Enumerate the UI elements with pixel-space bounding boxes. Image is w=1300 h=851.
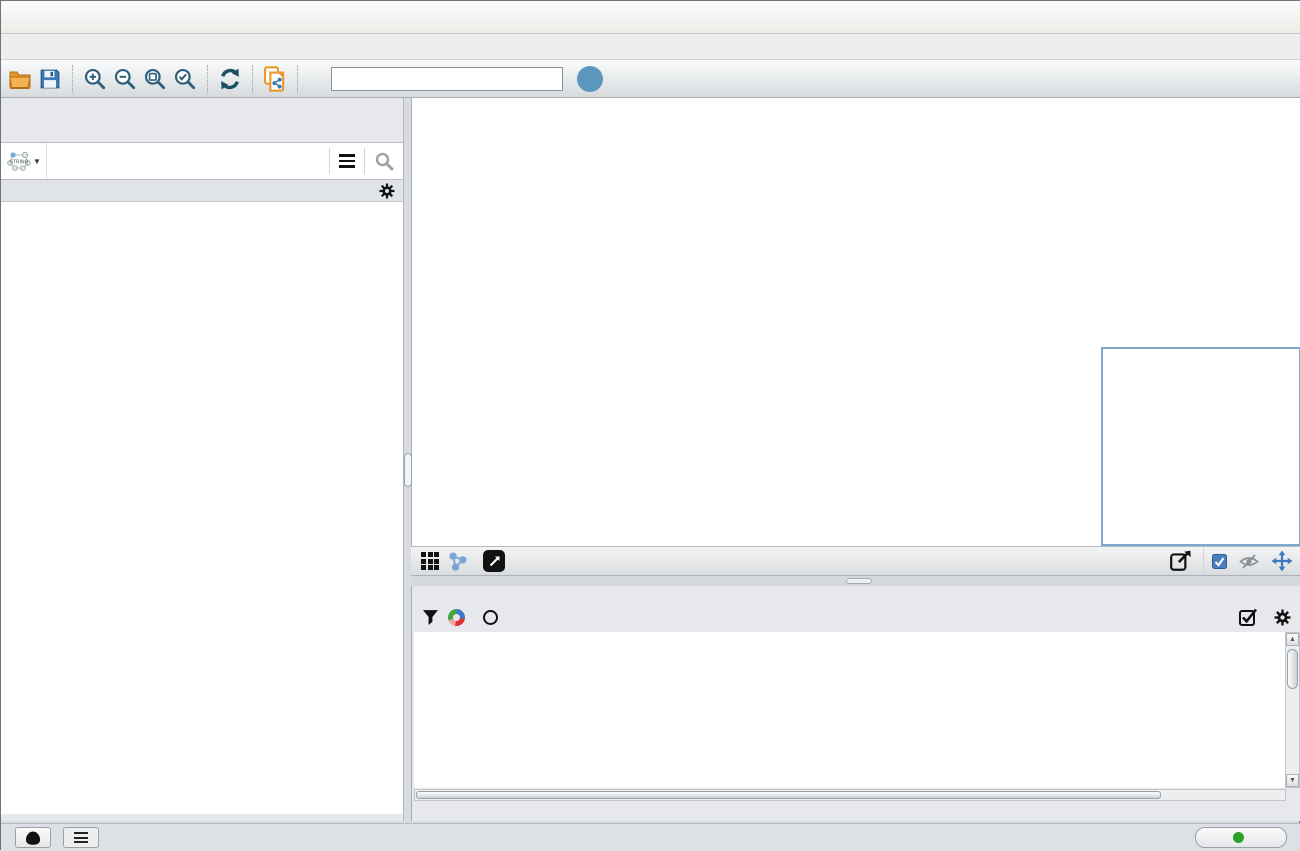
save-session-icon[interactable] [35, 64, 65, 94]
table-panel: ▲ ▼ [411, 586, 1300, 821]
task-history-button[interactable] [63, 827, 99, 848]
annotation-mode-icon[interactable] [483, 550, 505, 572]
grid-mode-icon[interactable] [421, 552, 439, 570]
vertical-scrollbar[interactable]: ▲ ▼ [1285, 632, 1300, 788]
minimize-button[interactable] [1190, 7, 1216, 27]
refresh-icon[interactable] [215, 64, 245, 94]
separator [1203, 548, 1204, 574]
toolbar-separator [72, 65, 73, 93]
ring-chart-icon[interactable] [483, 610, 498, 625]
string-search-bar: STRING ▼ [1, 142, 403, 180]
select-checkbox-icon[interactable] [1239, 608, 1258, 627]
network-selection-row [1, 180, 403, 202]
scrollbar-thumb[interactable] [416, 791, 1161, 799]
main-toolbar [1, 60, 1300, 98]
horizontal-scrollbar[interactable] [414, 789, 1286, 801]
network-from-selection-icon[interactable] [260, 64, 290, 94]
network-tree [1, 202, 403, 814]
string-logo-icon: STRING [6, 150, 32, 172]
string-term-input[interactable] [47, 154, 321, 169]
birds-eye-view[interactable] [1101, 347, 1300, 546]
memory-button[interactable] [1195, 827, 1287, 848]
search-input[interactable] [331, 67, 563, 91]
control-panel: STRING ▼ [1, 98, 404, 821]
splitter-grip[interactable] [404, 453, 412, 487]
svg-text:STRING: STRING [10, 160, 29, 166]
gear-icon[interactable] [379, 183, 395, 199]
export-network-icon[interactable] [1169, 549, 1193, 573]
enrichment-toolbar [412, 603, 1300, 632]
enrichment-table [414, 632, 1286, 788]
close-button[interactable] [1267, 7, 1293, 27]
memory-status-dot [1233, 832, 1244, 843]
zoom-out-icon[interactable] [110, 64, 140, 94]
zoom-selected-icon[interactable] [170, 64, 200, 94]
toolbar-separator [207, 65, 208, 93]
gear-icon[interactable] [1274, 609, 1291, 626]
zoom-in-icon[interactable] [80, 64, 110, 94]
string-logo-box[interactable]: STRING ▼ [1, 143, 47, 179]
chevron-down-icon: ▼ [33, 157, 41, 166]
string-share-icon[interactable] [447, 550, 469, 572]
status-bar [1, 823, 1300, 851]
hidden-eye-icon[interactable] [1239, 554, 1259, 569]
title-bar [1, 1, 1300, 34]
filter-icon[interactable] [422, 609, 439, 626]
panel-divider-grip[interactable] [846, 578, 872, 584]
control-panel-header [1, 98, 403, 118]
network-canvas[interactable] [411, 98, 1300, 546]
selected-checkbox-icon[interactable] [1212, 554, 1227, 569]
chart-icon[interactable] [448, 609, 465, 626]
table-panel-header [412, 586, 1300, 603]
toolbar-separator [252, 65, 253, 93]
maximize-button[interactable] [1230, 7, 1256, 27]
pan-compass-icon[interactable] [1271, 550, 1293, 572]
string-search-icon[interactable] [365, 151, 403, 171]
network-view-toolbar [411, 546, 1300, 576]
scroll-down-icon[interactable]: ▼ [1286, 774, 1299, 787]
scrollbar-thumb[interactable] [1287, 649, 1298, 689]
help-icon[interactable] [577, 66, 603, 92]
open-session-icon[interactable] [5, 64, 35, 94]
zoom-fit-icon[interactable] [140, 64, 170, 94]
control-panel-tabs [1, 118, 403, 142]
string-menu-icon[interactable] [330, 154, 364, 168]
cytoscape-logo-button[interactable] [15, 827, 51, 848]
toolbar-separator [297, 65, 298, 93]
scroll-up-icon[interactable]: ▲ [1286, 633, 1299, 646]
menu-bar [1, 34, 1300, 60]
